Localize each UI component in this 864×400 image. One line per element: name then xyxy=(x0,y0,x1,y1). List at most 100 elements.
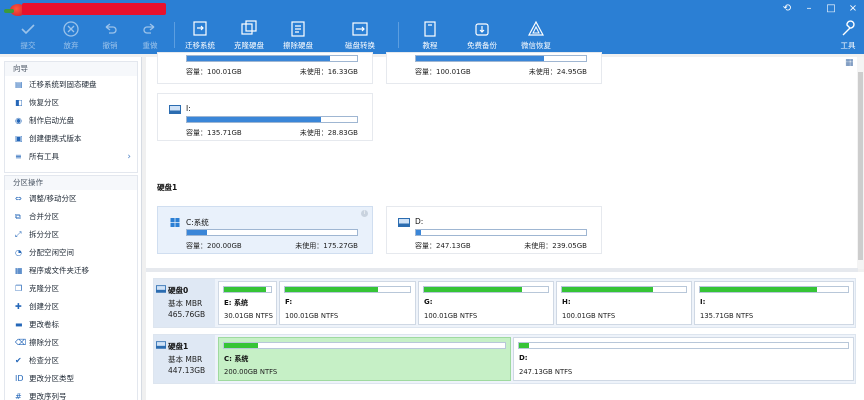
redo-button[interactable]: 重做 xyxy=(128,20,172,52)
sidebar-item[interactable]: ✚ 创建分区 xyxy=(5,298,137,316)
partition-usage-bar xyxy=(518,342,849,349)
drive-name: D: xyxy=(415,217,424,226)
free-space-text: 未使用：239.05GB xyxy=(524,242,587,250)
partition-usage-bar xyxy=(223,342,506,349)
restore-icon: ◧ xyxy=(15,98,23,107)
sidebar-item-label: 更改卷标 xyxy=(29,320,59,329)
disk-row[interactable]: 硬盘0 基本 MBR 465.76GB E: 系统 30.01GB NTFS F… xyxy=(153,278,856,328)
partition-card[interactable]: 容量：100.01GB 未使用：16.33GB xyxy=(157,52,373,84)
partition-usage-fill xyxy=(224,287,267,292)
partition-info: 135.71GB NTFS xyxy=(700,312,754,320)
sidebar-item[interactable]: ❐ 克隆分区 xyxy=(5,280,137,298)
partition-name: F: xyxy=(285,298,293,306)
partition-info: 200.00GB NTFS xyxy=(224,368,278,376)
usage-bar xyxy=(186,116,358,123)
migrate-icon xyxy=(193,21,207,36)
sidebar-item[interactable]: ▦ 程序或文件夹迁移 xyxy=(5,262,137,280)
tools-label: 工具 xyxy=(840,41,856,50)
sidebar-item[interactable]: ▬ 更改卷标 xyxy=(5,316,137,334)
toolbar-separator xyxy=(398,22,399,48)
scrollbar-thumb[interactable] xyxy=(858,72,863,260)
wechat-recovery-button[interactable]: 微信恢复 xyxy=(514,20,558,52)
submit-button[interactable]: 提交 xyxy=(6,20,50,52)
close-button[interactable]: × xyxy=(846,3,860,15)
minimize-button[interactable]: – xyxy=(802,3,816,15)
hard-disk-icon xyxy=(156,285,166,293)
free-backup-button[interactable]: 免费备份 xyxy=(460,20,504,52)
sidebar-item-label: 更改分区类型 xyxy=(29,374,74,383)
sidebar-item[interactable]: ◔ 分配空闲空间 xyxy=(5,244,137,262)
partition-block[interactable]: I: 135.71GB NTFS xyxy=(694,281,854,325)
free-space-text: 未使用：28.83GB xyxy=(299,129,358,137)
discard-button[interactable]: 放弃 xyxy=(49,20,93,52)
partition-usage-fill xyxy=(285,287,378,292)
partition-info: 100.01GB NTFS xyxy=(285,312,339,320)
partition-block[interactable]: E: 系统 30.01GB NTFS xyxy=(218,281,277,325)
wizard-heading: 向导 xyxy=(5,62,137,76)
view-toggle-icon[interactable]: ▦ xyxy=(845,58,855,68)
discard-label: 放弃 xyxy=(63,41,79,50)
sidebar-item-label: 程序或文件夹迁移 xyxy=(29,266,89,275)
wipe-disk-button[interactable]: 擦除硬盘 xyxy=(276,20,320,52)
capacity-text: 容量：100.01GB xyxy=(186,68,242,76)
undo-button[interactable]: 撤销 xyxy=(88,20,132,52)
chevron-right-icon: › xyxy=(127,152,131,162)
sidebar-item[interactable]: ⇔ 调整/移动分区 xyxy=(5,190,137,208)
sidebar-item[interactable]: # 更改序列号 xyxy=(5,388,137,400)
partition-block-selected[interactable]: C: 系统 200.00GB NTFS xyxy=(218,337,511,381)
drive-icon xyxy=(169,105,181,114)
sidebar-item[interactable]: ≡ 所有工具 › xyxy=(5,148,137,166)
sidebar-item[interactable]: ⌫ 擦除分区 xyxy=(5,334,137,352)
partition-block[interactable]: H: 100.01GB NTFS xyxy=(556,281,692,325)
partition-card[interactable]: D: 容量：247.13GB 未使用：239.05GB xyxy=(386,206,602,254)
drive-name: C:系统 xyxy=(186,218,209,227)
disk-type: 基本 MBR xyxy=(168,299,203,308)
tutorial-button[interactable]: 教程 xyxy=(408,20,452,52)
partition-usage-fill xyxy=(700,287,817,292)
partition-card-selected[interactable]: C:系统 容量：200.00GB 未使用：175.27GB i xyxy=(157,206,373,254)
info-icon[interactable]: i xyxy=(361,210,368,217)
maximize-button[interactable]: □ xyxy=(824,3,838,15)
partition-usage-bar xyxy=(699,286,849,293)
refresh-window-button[interactable]: ⟲ xyxy=(780,3,794,15)
tools-icon: ≡ xyxy=(15,152,22,161)
partition-info: 30.01GB NTFS xyxy=(224,312,273,320)
wrench-icon xyxy=(842,20,855,36)
sidebar-item[interactable]: ◧ 恢复分区 xyxy=(5,94,137,112)
partition-card[interactable]: 容量：100.01GB 未使用：24.95GB xyxy=(386,52,602,84)
partition-operations-heading: 分区操作 xyxy=(5,176,137,190)
sidebar-item[interactable]: ▣ 创建便携式版本 xyxy=(5,130,137,148)
disk-convert-button[interactable]: 磁盘转换 xyxy=(338,20,382,52)
sidebar-item[interactable]: ⤢ 拆分分区 xyxy=(5,226,137,244)
migrate-system-button[interactable]: 迁移系统 xyxy=(178,20,222,52)
clone-disk-button[interactable]: 克隆硬盘 xyxy=(227,20,271,52)
sidebar-item[interactable]: ✔ 检查分区 xyxy=(5,352,137,370)
partition-block[interactable]: F: 100.01GB NTFS xyxy=(279,281,416,325)
partition-info: 100.01GB NTFS xyxy=(562,312,616,320)
wipe-icon: ⌫ xyxy=(15,338,27,347)
partition-block[interactable]: D: 247.13GB NTFS xyxy=(513,337,854,381)
sidebar-item[interactable]: ▤ 迁移系统到固态硬盘 xyxy=(5,76,137,94)
sidebar-item[interactable]: ◉ 制作启动光盘 xyxy=(5,112,137,130)
sidebar-item-label: 所有工具 xyxy=(29,152,59,161)
partition-name: C: 系统 xyxy=(224,355,249,363)
migrate-icon: ▤ xyxy=(15,80,23,89)
disk-row[interactable]: 硬盘1 基本 MBR 447.13GB C: 系统 200.00GB NTFS … xyxy=(153,334,856,384)
undo-label: 撤销 xyxy=(102,41,118,50)
usage-fill xyxy=(416,56,544,61)
clone-disk-icon xyxy=(241,20,257,35)
usage-bar xyxy=(186,229,358,236)
tools-button[interactable]: 工具 xyxy=(826,20,864,52)
usage-fill xyxy=(187,230,208,235)
partition-card[interactable]: I: 容量：135.71GB 未使用：28.83GB xyxy=(157,93,373,141)
partition-block[interactable]: G: 100.01GB NTFS xyxy=(418,281,554,325)
disk-size: 447.13GB xyxy=(168,366,206,375)
sidebar-item[interactable]: ID 更改分区类型 xyxy=(5,370,137,388)
redo-label: 重做 xyxy=(142,41,158,50)
toolbar: 提交 放弃 撤销 重做 迁移系统 克隆硬盘 擦除硬盘 磁盘转换 教程 免费备份 … xyxy=(0,0,864,54)
usage-bar xyxy=(186,55,358,62)
disk-size: 465.76GB xyxy=(168,310,206,319)
merge-icon: ⧉ xyxy=(15,212,21,221)
capacity-text: 容量：135.71GB xyxy=(186,129,242,137)
sidebar-item[interactable]: ⧉ 合并分区 xyxy=(5,208,137,226)
